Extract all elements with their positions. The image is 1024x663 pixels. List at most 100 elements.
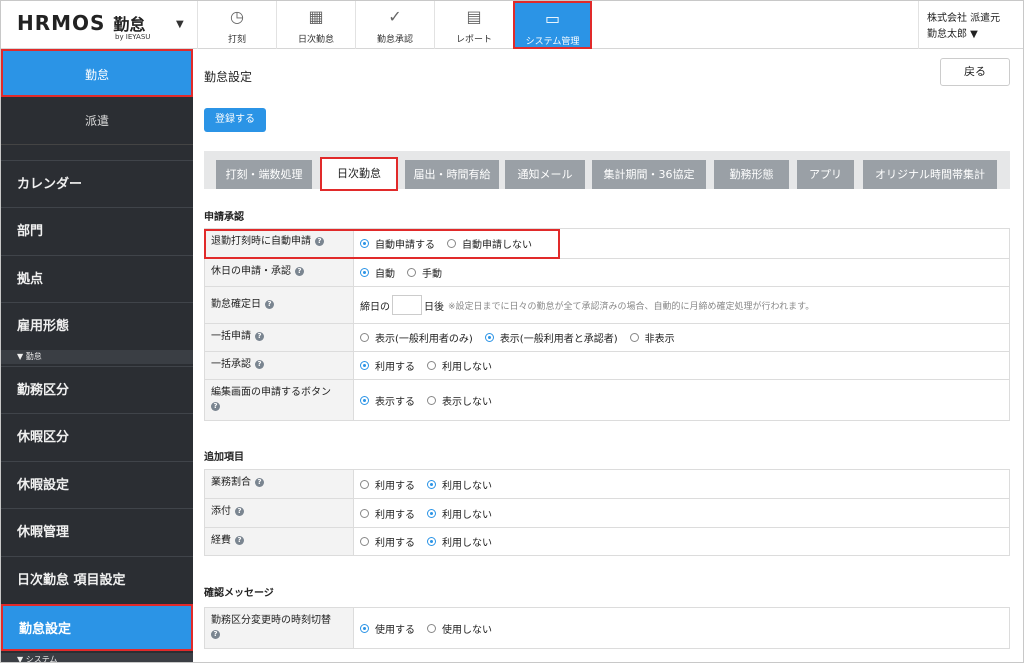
days-after-input[interactable] xyxy=(392,295,422,315)
row-label: 編集画面の申請するボタン? xyxy=(205,380,354,420)
help-icon[interactable]: ? xyxy=(255,359,264,369)
radio-option[interactable]: 利用しない xyxy=(427,534,492,549)
table-row: 経費? 利用する 利用しない xyxy=(205,527,1009,555)
help-icon[interactable]: ? xyxy=(211,401,220,411)
row-options: 自動 手動 xyxy=(354,259,1009,286)
row-options: 利用する 利用しない xyxy=(354,528,1009,555)
sidebar-item-calendar[interactable]: カレンダー xyxy=(1,160,193,207)
help-icon[interactable]: ? xyxy=(255,331,264,341)
top-header: HRMOS 勤怠 by IEYASU ▼ ◷ 打刻 ▦ 日次勤怠 ✓ 勤怠承認 … xyxy=(1,1,1023,49)
radio-option[interactable]: 利用しない xyxy=(427,477,492,492)
radio-unselected-icon xyxy=(360,333,369,342)
app-logo[interactable]: HRMOS 勤怠 by IEYASU ▼ xyxy=(11,7,196,47)
nav-label: 勤怠承認 xyxy=(376,35,413,45)
sidebar-item-location[interactable]: 拠点 xyxy=(1,255,193,302)
sidebar-item-leave-management[interactable]: 休暇管理 xyxy=(1,508,193,555)
help-icon[interactable]: ? xyxy=(295,266,304,276)
nav-label: 打刻 xyxy=(227,35,246,45)
table-row: 一括承認? 利用する 利用しない xyxy=(205,351,1009,379)
row-label: 休日の申請・承認? xyxy=(205,259,354,286)
tab-original-time-zone[interactable]: オリジナル時間帯集計 xyxy=(863,160,997,189)
sidebar-item-daily-fields[interactable]: 日次勤怠 項目設定 xyxy=(1,556,193,603)
logo-subtitle: by IEYASU xyxy=(115,33,151,41)
table-row: 添付? 利用する 利用しない xyxy=(205,498,1009,527)
back-button[interactable]: 戻る xyxy=(940,58,1010,86)
radio-unselected-icon xyxy=(360,537,369,546)
tab-app[interactable]: アプリ xyxy=(797,160,854,189)
help-icon[interactable]: ? xyxy=(255,477,264,487)
nav-stamp[interactable]: ◷ 打刻 xyxy=(197,1,276,49)
row-options: 表示する 表示しない xyxy=(354,380,1009,420)
sidebar: 勤怠 派遣 カレンダー 部門 拠点 雇用形態 ▼ 勤怠 勤務区分 休暇区分 休暇… xyxy=(1,49,193,662)
additional-table: 業務割合? 利用する 利用しない 添付? 利用する 利用しない 経費? 利用する… xyxy=(204,469,1010,556)
radio-selected-icon xyxy=(427,479,436,489)
company-name: 株式会社 派遣元 xyxy=(927,13,1001,24)
help-icon[interactable]: ? xyxy=(235,535,244,545)
user-menu[interactable]: 株式会社 派遣元 勤怠太郎 ▼ xyxy=(918,1,1023,49)
radio-option[interactable]: 表示しない xyxy=(427,393,492,408)
radio-selected-icon xyxy=(360,268,369,277)
row-label: 添付? xyxy=(205,499,354,527)
table-row: 休日の申請・承認? 自動 手動 xyxy=(205,258,1009,286)
tab-notification-mail[interactable]: 通知メール xyxy=(505,160,585,189)
nav-label: 日次勤怠 xyxy=(297,35,334,45)
radio-option[interactable]: 使用する xyxy=(360,621,415,636)
row-label: 業務割合? xyxy=(205,470,354,498)
radio-option[interactable]: 利用しない xyxy=(427,506,492,521)
nav-label: レポート xyxy=(455,35,492,45)
sidebar-section-system[interactable]: ▼ システム xyxy=(1,653,193,662)
sidebar-section-kintai[interactable]: ▼ 勤怠 xyxy=(1,350,193,364)
logo-text: HRMOS 勤怠 xyxy=(17,11,146,35)
section-title-approval: 申請承認 xyxy=(204,212,244,223)
nav-report[interactable]: ▤ レポート xyxy=(434,1,513,49)
section-title-confirm: 確認メッセージ xyxy=(204,588,274,599)
sidebar-tab-kintai[interactable]: 勤怠 xyxy=(1,49,193,97)
radio-option[interactable]: 利用する xyxy=(360,477,415,492)
radio-option[interactable]: 利用する xyxy=(360,506,415,521)
table-row: 勤務区分変更時の時刻切替? 使用する 使用しない xyxy=(205,608,1009,648)
radio-unselected-icon xyxy=(427,361,436,370)
sidebar-item-attendance-settings[interactable]: 勤怠設定 xyxy=(1,604,193,651)
sidebar-item-employment-type[interactable]: 雇用形態 xyxy=(1,302,193,349)
tab-daily-attendance[interactable]: 日次勤怠 xyxy=(320,157,398,191)
radio-option[interactable]: 表示(一般利用者のみ) xyxy=(360,330,473,345)
radio-option[interactable]: 表示(一般利用者と承認者) xyxy=(484,330,618,345)
table-row: 編集画面の申請するボタン? 表示する 表示しない xyxy=(205,379,1009,420)
radio-option[interactable]: 利用しない xyxy=(427,358,492,373)
row-options: 利用する 利用しない xyxy=(354,352,1009,379)
tab-stamp-rounding[interactable]: 打刻・端数処理 xyxy=(216,160,312,189)
monitor-icon: ▭ xyxy=(544,9,561,28)
table-row: 勤怠確定日? 締日の 日後 ※設定日までに日々の勤怠が全て承認済みの場合、自動的… xyxy=(205,286,1009,323)
settings-tabs: 打刻・端数処理 日次勤怠 届出・時間有給 通知メール 集計期間・36協定 勤務形… xyxy=(204,151,1010,191)
radio-option[interactable]: 非表示 xyxy=(629,330,675,345)
tab-work-style[interactable]: 勤務形態 xyxy=(714,160,789,189)
caret-down-icon[interactable]: ▼ xyxy=(176,19,184,30)
nav-daily-attendance[interactable]: ▦ 日次勤怠 xyxy=(276,1,355,49)
radio-unselected-icon xyxy=(360,508,369,518)
help-icon[interactable]: ? xyxy=(265,299,274,309)
nav-label: システム管理 xyxy=(525,37,580,47)
sidebar-item-leave-category[interactable]: 休暇区分 xyxy=(1,413,193,460)
tab-aggregation-period[interactable]: 集計期間・36協定 xyxy=(592,160,706,189)
radio-option[interactable]: 自動 xyxy=(360,265,395,280)
highlight-box xyxy=(204,229,560,259)
sidebar-item-work-category[interactable]: 勤務区分 xyxy=(1,366,193,413)
row-options: 締日の 日後 ※設定日までに日々の勤怠が全て承認済みの場合、自動的に月締め確定処… xyxy=(354,287,1009,323)
sidebar-item-department[interactable]: 部門 xyxy=(1,207,193,254)
nav-approval[interactable]: ✓ 勤怠承認 xyxy=(355,1,434,49)
tab-requests-paid-leave[interactable]: 届出・時間有給 xyxy=(405,160,499,189)
radio-option[interactable]: 表示する xyxy=(360,393,415,408)
radio-option[interactable]: 利用する xyxy=(360,534,415,549)
help-icon[interactable]: ? xyxy=(235,506,244,516)
help-icon[interactable]: ? xyxy=(211,629,220,639)
register-button[interactable]: 登録する xyxy=(204,108,266,132)
radio-option[interactable]: 手動 xyxy=(407,265,442,280)
radio-option[interactable]: 利用する xyxy=(360,358,415,373)
row-label: 勤怠確定日? xyxy=(205,287,354,323)
radio-option[interactable]: 使用しない xyxy=(427,621,492,636)
calendar-icon: ▦ xyxy=(308,7,324,26)
nav-system-admin[interactable]: ▭ システム管理 xyxy=(513,1,592,49)
row-label: 経費? xyxy=(205,528,354,555)
sidebar-tab-haken[interactable]: 派遣 xyxy=(1,97,193,145)
sidebar-item-leave-settings[interactable]: 休暇設定 xyxy=(1,461,193,508)
